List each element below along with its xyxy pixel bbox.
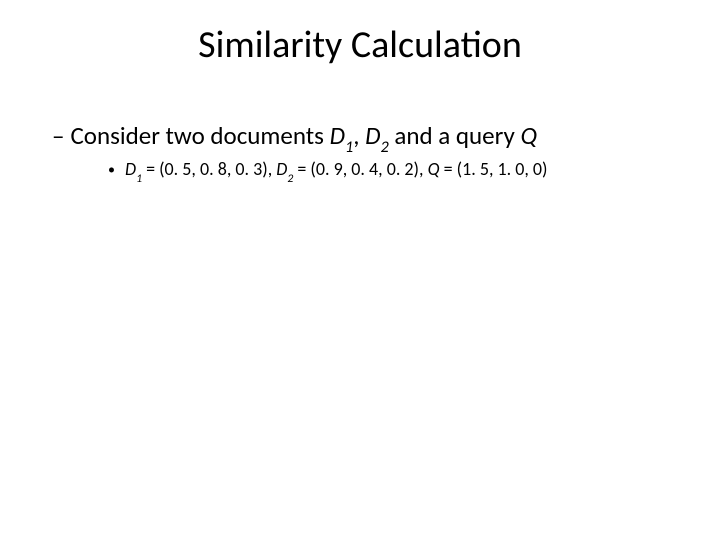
vec-d2: = (0. 9, 0. 4, 0. 2), xyxy=(293,158,427,180)
text-and-query: and a query xyxy=(389,120,521,151)
sub-2-b: 2 xyxy=(287,172,293,186)
sub-1-b: 1 xyxy=(136,172,142,186)
var-q: Q xyxy=(520,120,537,151)
vec-q: = (1. 5, 1. 0, 0) xyxy=(440,158,548,180)
dot-bullet: • xyxy=(108,161,115,178)
slide: Similarity Calculation –Consider two doc… xyxy=(0,0,720,540)
slide-title: Similarity Calculation xyxy=(0,22,720,68)
var-d1: D xyxy=(330,120,345,151)
text-comma: , xyxy=(353,120,365,151)
sub-2: 2 xyxy=(380,138,388,157)
vec-d1: = (0. 5, 0. 8, 0. 3), xyxy=(142,158,276,180)
sub-1: 1 xyxy=(345,138,353,157)
var-d2-b: D xyxy=(276,158,287,180)
var-q-b: Q xyxy=(428,158,440,180)
text-consider: Consider two documents xyxy=(70,120,329,151)
var-d1-b: D xyxy=(125,158,136,180)
dash-bullet: – xyxy=(52,120,64,151)
var-d2: D xyxy=(365,120,380,151)
bullet-level-1: –Consider two documents D1, D2 and a que… xyxy=(52,120,537,155)
bullet-level-2: •D1 = (0. 5, 0. 8, 0. 3), D2 = (0. 9, 0.… xyxy=(108,158,548,184)
